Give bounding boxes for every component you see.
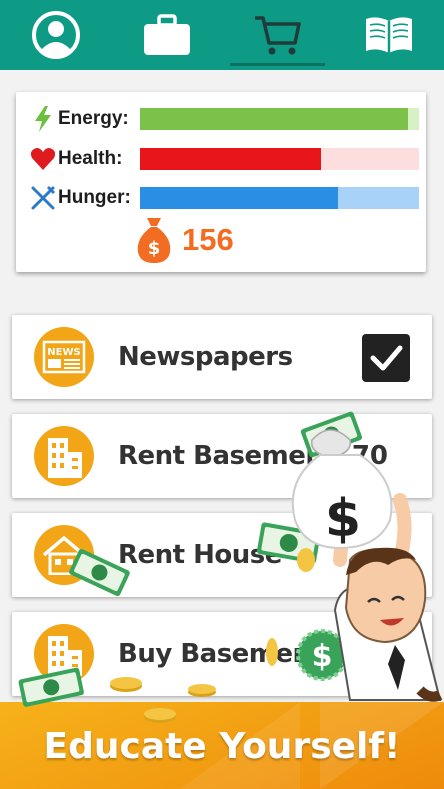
energy-row: Energy:: [16, 106, 426, 132]
list-item-rent-basement[interactable]: Rent Basement 70: [12, 414, 432, 498]
item-title: Newspapers: [118, 342, 293, 372]
tab-shop[interactable]: [222, 0, 333, 70]
item-title: Rent Basement: [118, 441, 336, 471]
tab-work[interactable]: [111, 0, 222, 70]
building-icon: [48, 438, 82, 478]
hunger-bar: [140, 187, 419, 209]
profile-icon: [31, 11, 80, 59]
list-item-rent-house[interactable]: Rent House: [12, 513, 432, 597]
tab-education[interactable]: [333, 0, 444, 70]
health-label: Health:: [58, 148, 123, 169]
item-icon-circle: NEWS: [34, 327, 94, 387]
top-nav: [0, 0, 444, 70]
item-icon-circle: [34, 525, 94, 585]
energy-label: Energy:: [58, 108, 129, 129]
heart-icon: [30, 148, 56, 170]
svg-text:NEWS: NEWS: [47, 347, 80, 358]
banner-text: Educate Yourself!: [43, 726, 401, 767]
checkmark-icon: [370, 345, 403, 371]
stats-panel: Energy: Health: Hunger: $ 156: [16, 92, 426, 272]
health-bar: [140, 148, 419, 170]
newspaper-icon: NEWS: [42, 340, 86, 374]
hunger-label: Hunger:: [58, 187, 131, 208]
svg-text:$: $: [148, 238, 161, 259]
item-title: Buy Basement: [118, 639, 323, 669]
item-icon-circle: [34, 624, 94, 684]
health-row: Health:: [16, 146, 426, 172]
list-item-buy-basement[interactable]: Buy Basement: [12, 612, 432, 696]
energy-bar: [140, 108, 419, 130]
briefcase-icon: [143, 14, 190, 55]
item-icon-circle: [34, 426, 94, 486]
house-icon: [42, 535, 86, 575]
building-icon: [48, 636, 82, 676]
cart-icon: [254, 16, 301, 55]
book-icon: [365, 17, 412, 53]
hunger-row: Hunger:: [16, 185, 426, 211]
lightning-icon: [35, 106, 51, 132]
item-price: 70: [351, 441, 388, 471]
fork-knife-icon: [31, 185, 56, 210]
owned-checkbox[interactable]: [362, 334, 410, 382]
money-bag-icon: $: [137, 218, 171, 263]
promo-banner: Educate Yourself!: [0, 702, 444, 789]
money-amount: 156: [182, 222, 234, 257]
item-title: Rent House: [118, 540, 282, 570]
list-item-newspapers[interactable]: NEWS Newspapers: [12, 315, 432, 399]
tab-profile[interactable]: [0, 0, 111, 70]
